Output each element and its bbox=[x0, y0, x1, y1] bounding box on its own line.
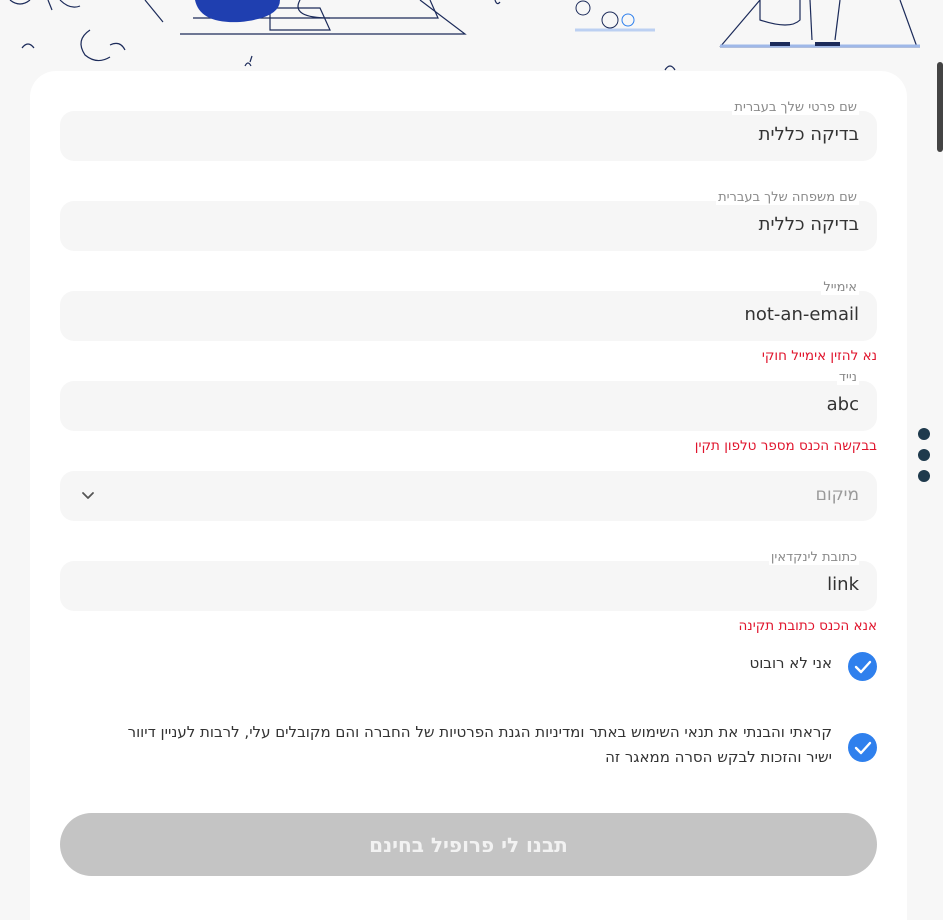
phone-label: נייד bbox=[836, 370, 859, 385]
email-field[interactable]: not-an-email bbox=[60, 291, 877, 341]
scrollbar-thumb[interactable] bbox=[937, 62, 943, 152]
terms-checkbox[interactable] bbox=[848, 733, 877, 762]
nav-dot[interactable] bbox=[918, 470, 930, 482]
location-placeholder: מיקום bbox=[815, 485, 859, 505]
last-name-label: שם משפחה שלך בעברית bbox=[716, 190, 859, 205]
terms-checkbox-label: קראתי והבנתי את תנאי השימוש באתר ומדיניו… bbox=[72, 720, 832, 770]
check-icon bbox=[854, 660, 871, 673]
last-name-field[interactable]: בדיקה כללית bbox=[60, 201, 877, 251]
email-label: אימייל bbox=[821, 280, 859, 295]
hero-illustration bbox=[0, 0, 943, 80]
check-icon bbox=[854, 741, 871, 754]
nav-dot[interactable] bbox=[918, 428, 930, 440]
last-name-value: בדיקה כללית bbox=[758, 214, 859, 235]
first-name-field[interactable]: בדיקה כללית bbox=[60, 111, 877, 161]
email-value: not-an-email bbox=[744, 304, 859, 325]
submit-button[interactable]: תבנו לי פרופיל בחינם bbox=[60, 813, 877, 876]
terms-line-1: קראתי והבנתי את תנאי השימוש באתר ומדיניו… bbox=[127, 723, 832, 741]
chevron-down-icon bbox=[82, 492, 94, 499]
hero-illustration-graphic bbox=[9, 0, 920, 71]
email-error: נא להזין אימייל חוקי bbox=[761, 348, 877, 364]
linkedin-error: אנא הכנס כתובת תקינה bbox=[738, 618, 877, 634]
nav-dot[interactable] bbox=[918, 449, 930, 461]
robot-checkbox[interactable] bbox=[848, 652, 877, 681]
linkedin-label: כתובת לינקדאין bbox=[768, 550, 859, 565]
phone-error: בבקשה הכנס מספר טלפון תקין bbox=[694, 438, 877, 454]
page-scrollbar[interactable] bbox=[935, 60, 943, 920]
first-name-value: בדיקה כללית bbox=[758, 124, 859, 145]
phone-value: abc bbox=[826, 394, 859, 415]
phone-field[interactable]: abc bbox=[60, 381, 877, 431]
linkedin-field[interactable]: link bbox=[60, 561, 877, 611]
side-dots-nav[interactable] bbox=[918, 428, 932, 491]
terms-line-2: ישיר והזכות לבקש הסרה ממאגר זה bbox=[605, 748, 832, 766]
robot-checkbox-label: אני לא רובוט bbox=[749, 654, 832, 672]
linkedin-value: link bbox=[827, 574, 859, 595]
first-name-label: שם פרטי שלך בעברית bbox=[732, 100, 859, 115]
location-select[interactable]: מיקום bbox=[60, 471, 877, 521]
